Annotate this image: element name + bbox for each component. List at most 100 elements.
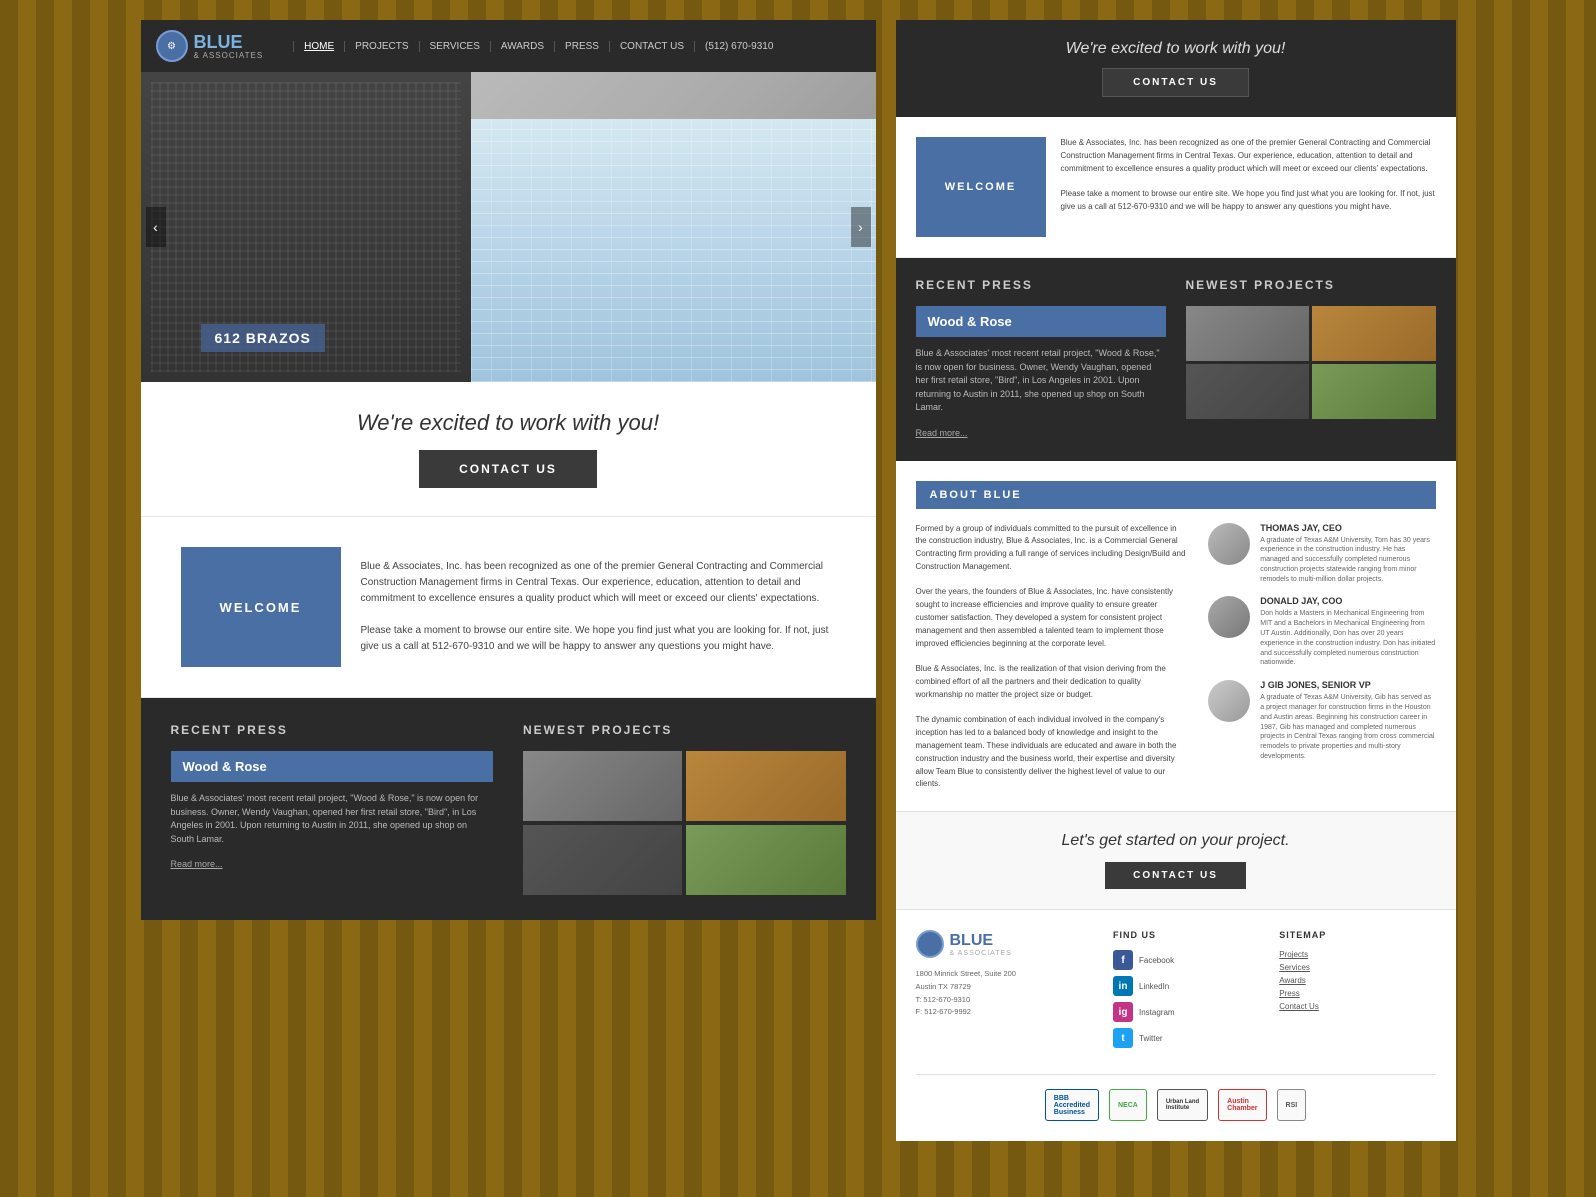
press-col-right: RECENT PRESS Wood & Rose Blue & Associat… — [916, 278, 1166, 441]
top-cta: We're excited to work with you! CONTACT … — [896, 20, 1456, 117]
team-info-vp: J GIB JONES, SENIOR VP A graduate of Tex… — [1260, 680, 1435, 762]
project-thumb-4[interactable] — [686, 825, 845, 895]
read-more-right[interactable]: Read more... — [916, 428, 968, 438]
avatar-coo — [1208, 596, 1250, 638]
welcome-box: WELCOME — [181, 547, 341, 667]
avatar-vp — [1208, 680, 1250, 722]
newest-projects-title-right: NEWEST PROJECTS — [1186, 278, 1436, 292]
about-section: ABOUT BLUE Formed by a group of individu… — [896, 461, 1456, 812]
welcome-right-body-2: Please take a moment to browse our entir… — [1061, 188, 1436, 214]
partner-uli: Urban LandInstitute — [1157, 1089, 1208, 1121]
about-body-2: Over the years, the founders of Blue & A… — [916, 586, 1189, 650]
recent-press-title: RECENT PRESS — [171, 723, 494, 737]
social-twitter: t Twitter — [1113, 1028, 1269, 1048]
sitemap-projects[interactable]: Projects — [1279, 950, 1435, 959]
welcome-body-2: Please take a moment to browse our entir… — [361, 623, 836, 655]
nav-projects[interactable]: PROJECTS — [345, 41, 419, 52]
hero-label: 612 BRAZOS — [201, 324, 325, 352]
about-body-3: Blue & Associates, Inc. is the realizati… — [916, 663, 1189, 701]
sitemap-services[interactable]: Services — [1279, 963, 1435, 972]
footer-brand-sub: & ASSOCIATES — [950, 950, 1012, 957]
linkedin-label[interactable]: LinkedIn — [1139, 982, 1169, 991]
footer-logo-col: BLUE & ASSOCIATES 1800 Minrick Street, S… — [916, 930, 1104, 1054]
nav-home[interactable]: HOME — [293, 41, 345, 52]
footer: BLUE & ASSOCIATES 1800 Minrick Street, S… — [896, 909, 1456, 1141]
team-bio-vp: A graduate of Texas A&M University, Gib … — [1260, 693, 1435, 762]
about-text: Formed by a group of individuals committ… — [916, 523, 1189, 792]
press-item-title[interactable]: Wood & Rose — [171, 751, 494, 782]
partner-chamber: AustinChamber — [1218, 1089, 1266, 1121]
sitemap-title: SITEMAP — [1279, 930, 1435, 940]
team-member-coo: DONALD JAY, COO Don holds a Masters in M… — [1208, 596, 1435, 668]
press-item-right[interactable]: Wood & Rose — [916, 306, 1166, 337]
cta-section: We're excited to work with you! CONTACT … — [141, 382, 876, 517]
facebook-icon[interactable]: f — [1113, 950, 1133, 970]
sitemap-press[interactable]: Press — [1279, 989, 1435, 998]
welcome-body-1: Blue & Associates, Inc. has been recogni… — [361, 559, 836, 607]
partner-rsi: RSI — [1277, 1089, 1307, 1121]
welcome-section: WELCOME Blue & Associates, Inc. has been… — [141, 517, 876, 698]
partner-bbb: BBBAccreditedBusiness — [1045, 1089, 1099, 1121]
project-thumb-r3[interactable] — [1186, 364, 1310, 419]
welcome-text: Blue & Associates, Inc. has been recogni… — [361, 559, 836, 655]
nav-press[interactable]: PRESS — [555, 41, 610, 52]
team-name-coo: DONALD JAY, COO — [1260, 596, 1435, 606]
footer-phone: T: 512-670-9310 — [916, 994, 1104, 1007]
logo-text: BLUE & ASSOCIATES — [194, 33, 264, 60]
right-panel: We're excited to work with you! CONTACT … — [896, 20, 1456, 1141]
project-thumb-1[interactable] — [523, 751, 682, 821]
sitemap-contact[interactable]: Contact Us — [1279, 1002, 1435, 1011]
about-body-1: Formed by a group of individuals committ… — [916, 523, 1189, 574]
prev-slide-button[interactable]: ‹ — [146, 207, 166, 247]
twitter-label[interactable]: Twitter — [1139, 1034, 1163, 1043]
team-col: THOMAS JAY, CEO A graduate of Texas A&M … — [1208, 523, 1435, 792]
nav-awards[interactable]: AWARDS — [491, 41, 555, 52]
find-us-title: FIND US — [1113, 930, 1269, 940]
twitter-icon[interactable]: t — [1113, 1028, 1133, 1048]
instagram-label[interactable]: Instagram — [1139, 1008, 1175, 1017]
top-cta-button[interactable]: CONTACT US — [1102, 68, 1249, 97]
press-column: RECENT PRESS Wood & Rose Blue & Associat… — [171, 723, 494, 895]
partner-neca: NECA — [1109, 1089, 1147, 1121]
next-slide-button[interactable]: › — [851, 207, 871, 247]
footer-brand-name: BLUE — [950, 932, 1012, 950]
partner-logos: BBBAccreditedBusiness NECA Urban LandIns… — [916, 1074, 1436, 1121]
press-projects-right: RECENT PRESS Wood & Rose Blue & Associat… — [896, 258, 1456, 461]
welcome-right: WELCOME Blue & Associates, Inc. has been… — [896, 117, 1456, 258]
instagram-icon[interactable]: ig — [1113, 1002, 1133, 1022]
project-thumb-r2[interactable] — [1312, 306, 1436, 361]
footer-addr2: Austin TX 78729 — [916, 981, 1104, 994]
logo[interactable]: ⚙ BLUE & ASSOCIATES — [156, 30, 264, 62]
project-grid — [523, 751, 846, 895]
read-more-link[interactable]: Read more... — [171, 859, 223, 869]
dark-section: RECENT PRESS Wood & Rose Blue & Associat… — [141, 698, 876, 920]
team-member-ceo: THOMAS JAY, CEO A graduate of Texas A&M … — [1208, 523, 1435, 585]
building-right — [471, 119, 875, 383]
nav-services[interactable]: SERVICES — [420, 41, 491, 52]
nav-contact[interactable]: CONTACT US — [610, 41, 695, 52]
facebook-label[interactable]: Facebook — [1139, 956, 1174, 965]
footer-fax: F: 512-670-9992 — [916, 1006, 1104, 1019]
footer-logo-text: BLUE & ASSOCIATES — [950, 932, 1012, 957]
footer-find-col: FIND US f Facebook in LinkedIn ig Instag… — [1113, 930, 1269, 1054]
logo-icon: ⚙ — [156, 30, 188, 62]
cta-button[interactable]: CONTACT US — [419, 450, 597, 488]
nav-bar: ⚙ BLUE & ASSOCIATES HOME PROJECTS SERVIC… — [141, 20, 876, 72]
footer-logo: BLUE & ASSOCIATES — [916, 930, 1104, 958]
footer-sitemap-col: SITEMAP Projects Services Awards Press C… — [1279, 930, 1435, 1054]
project-thumb-r4[interactable] — [1312, 364, 1436, 419]
projects-col-right: NEWEST PROJECTS — [1186, 278, 1436, 441]
project-thumb-2[interactable] — [686, 751, 845, 821]
project-grid-right — [1186, 306, 1436, 419]
footer-logo-icon — [916, 930, 944, 958]
linkedin-icon[interactable]: in — [1113, 976, 1133, 996]
avatar-ceo — [1208, 523, 1250, 565]
cta-bottom-button[interactable]: CONTACT US — [1105, 862, 1246, 889]
team-bio-ceo: A graduate of Texas A&M University, Tom … — [1260, 536, 1435, 585]
footer-columns: BLUE & ASSOCIATES 1800 Minrick Street, S… — [916, 930, 1436, 1054]
social-facebook: f Facebook — [1113, 950, 1269, 970]
welcome-box-right: WELCOME — [916, 137, 1046, 237]
project-thumb-3[interactable] — [523, 825, 682, 895]
project-thumb-r1[interactable] — [1186, 306, 1310, 361]
sitemap-awards[interactable]: Awards — [1279, 976, 1435, 985]
